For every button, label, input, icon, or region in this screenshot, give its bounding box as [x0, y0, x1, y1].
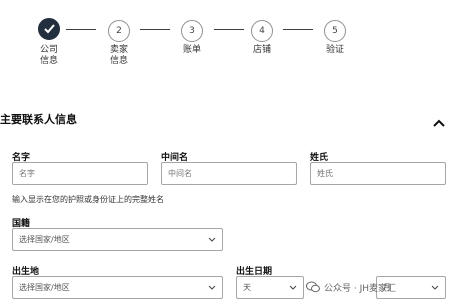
chevron-up-icon[interactable] [432, 113, 446, 127]
birth-day-value: 天 [243, 283, 251, 292]
step-connector [214, 29, 244, 30]
chevron-down-icon [208, 285, 216, 290]
step-connector [283, 29, 313, 30]
step-connector [140, 29, 170, 30]
step-4-circle: 4 [251, 20, 273, 42]
first-name-input[interactable] [12, 162, 148, 185]
step-2-circle: 2 [108, 20, 130, 42]
nationality-select[interactable]: 选择国家/地区 [12, 228, 223, 251]
step-1-complete-check-icon [38, 18, 60, 40]
birth-day-select[interactable]: 天 [236, 276, 304, 299]
step-3-label: 账单 [182, 45, 201, 55]
watermark: 公众号 · JH麦家汇 [306, 279, 456, 296]
last-name-input[interactable] [310, 162, 446, 185]
birthplace-select[interactable]: 选择国家/地区 [12, 276, 223, 299]
chevron-down-icon [289, 285, 297, 290]
birthplace-select-value: 选择国家/地区 [19, 283, 70, 292]
step-3-circle: 3 [181, 20, 203, 42]
step-5-circle: 5 [324, 20, 346, 42]
step-2-label: 卖家 信息 [109, 45, 128, 66]
section-title: 主要联系人信息 [0, 113, 77, 126]
progress-stepper: 2 3 4 5 公司 信息 卖家 信息 账单 店铺 验证 [0, 0, 456, 72]
nationality-select-value: 选择国家/地区 [19, 235, 70, 244]
step-connector [66, 29, 96, 30]
middle-name-input[interactable] [161, 162, 297, 185]
step-4-label: 店铺 [252, 45, 271, 55]
name-helper-text: 输入显示在您的护照或身份证上的完整姓名 [12, 195, 164, 204]
step-5-label: 验证 [325, 45, 344, 55]
wechat-icon [306, 281, 320, 293]
chevron-down-icon [208, 237, 216, 242]
watermark-text: 公众号 · JH麦家汇 [324, 284, 397, 294]
step-1-label: 公司 信息 [39, 45, 58, 66]
